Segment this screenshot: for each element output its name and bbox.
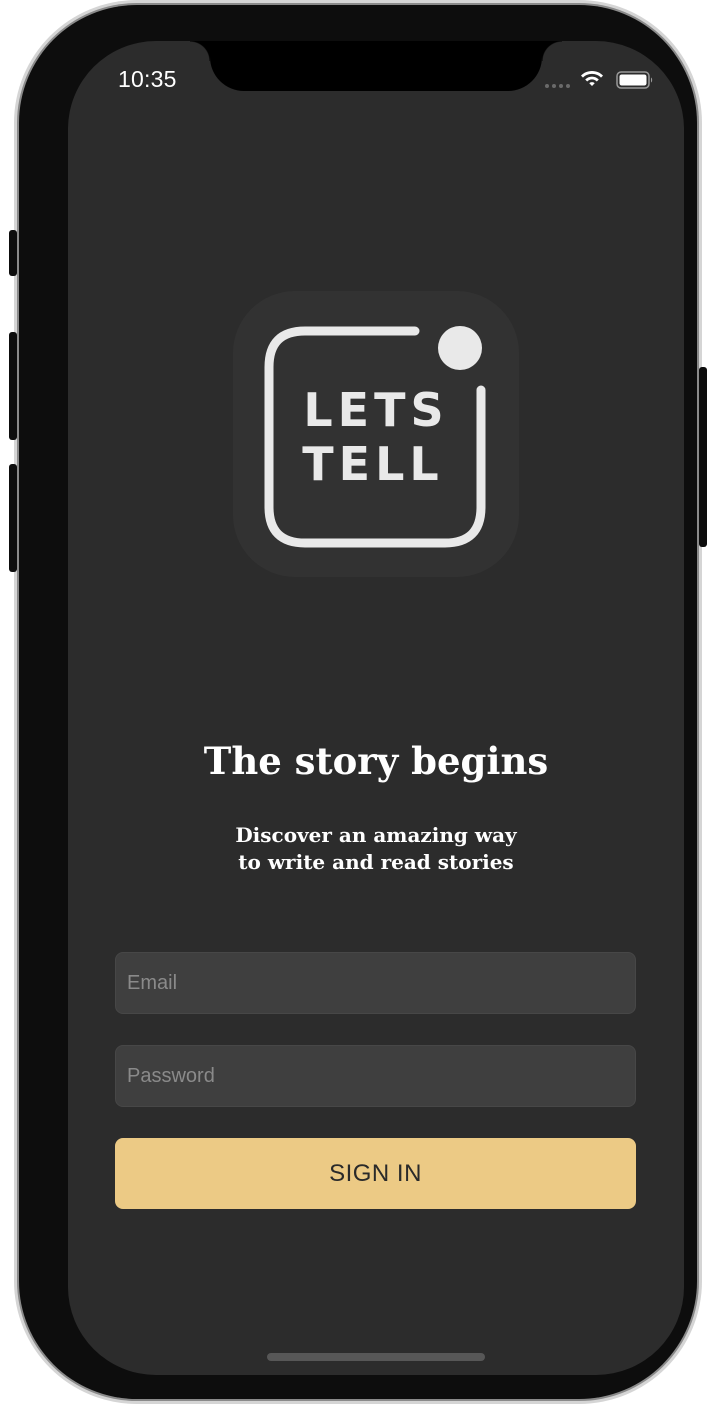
password-field[interactable]: [115, 1045, 636, 1107]
logo-text-line2: TELL: [302, 437, 443, 491]
email-field[interactable]: [115, 952, 636, 1014]
volume-up-button: [9, 332, 17, 440]
phone-frame: 10:35 LETS TELL The story begins Discove…: [9, 5, 707, 1399]
power-button: [699, 367, 707, 547]
notch: [190, 41, 562, 91]
subtitle: Discover an amazing way to write and rea…: [68, 822, 684, 876]
app-logo: LETS TELL: [233, 291, 519, 577]
subtitle-line-2: to write and read stories: [238, 850, 514, 874]
mute-switch: [9, 230, 17, 276]
subtitle-line-1: Discover an amazing way: [235, 823, 517, 847]
app-screen: 10:35 LETS TELL The story begins Discove…: [68, 41, 684, 1375]
signal-dots-icon: [545, 84, 571, 88]
logo-text-line1: LETS: [303, 383, 448, 437]
home-indicator: [267, 1353, 485, 1361]
volume-down-button: [9, 464, 17, 572]
headline: The story begins: [203, 739, 549, 783]
battery-icon: [616, 71, 653, 89]
letstell-logo-icon: LETS TELL: [264, 326, 486, 548]
wifi-icon: [581, 71, 603, 86]
sign-in-button[interactable]: SIGN IN: [115, 1138, 636, 1209]
status-time: 10:35: [118, 66, 177, 92]
